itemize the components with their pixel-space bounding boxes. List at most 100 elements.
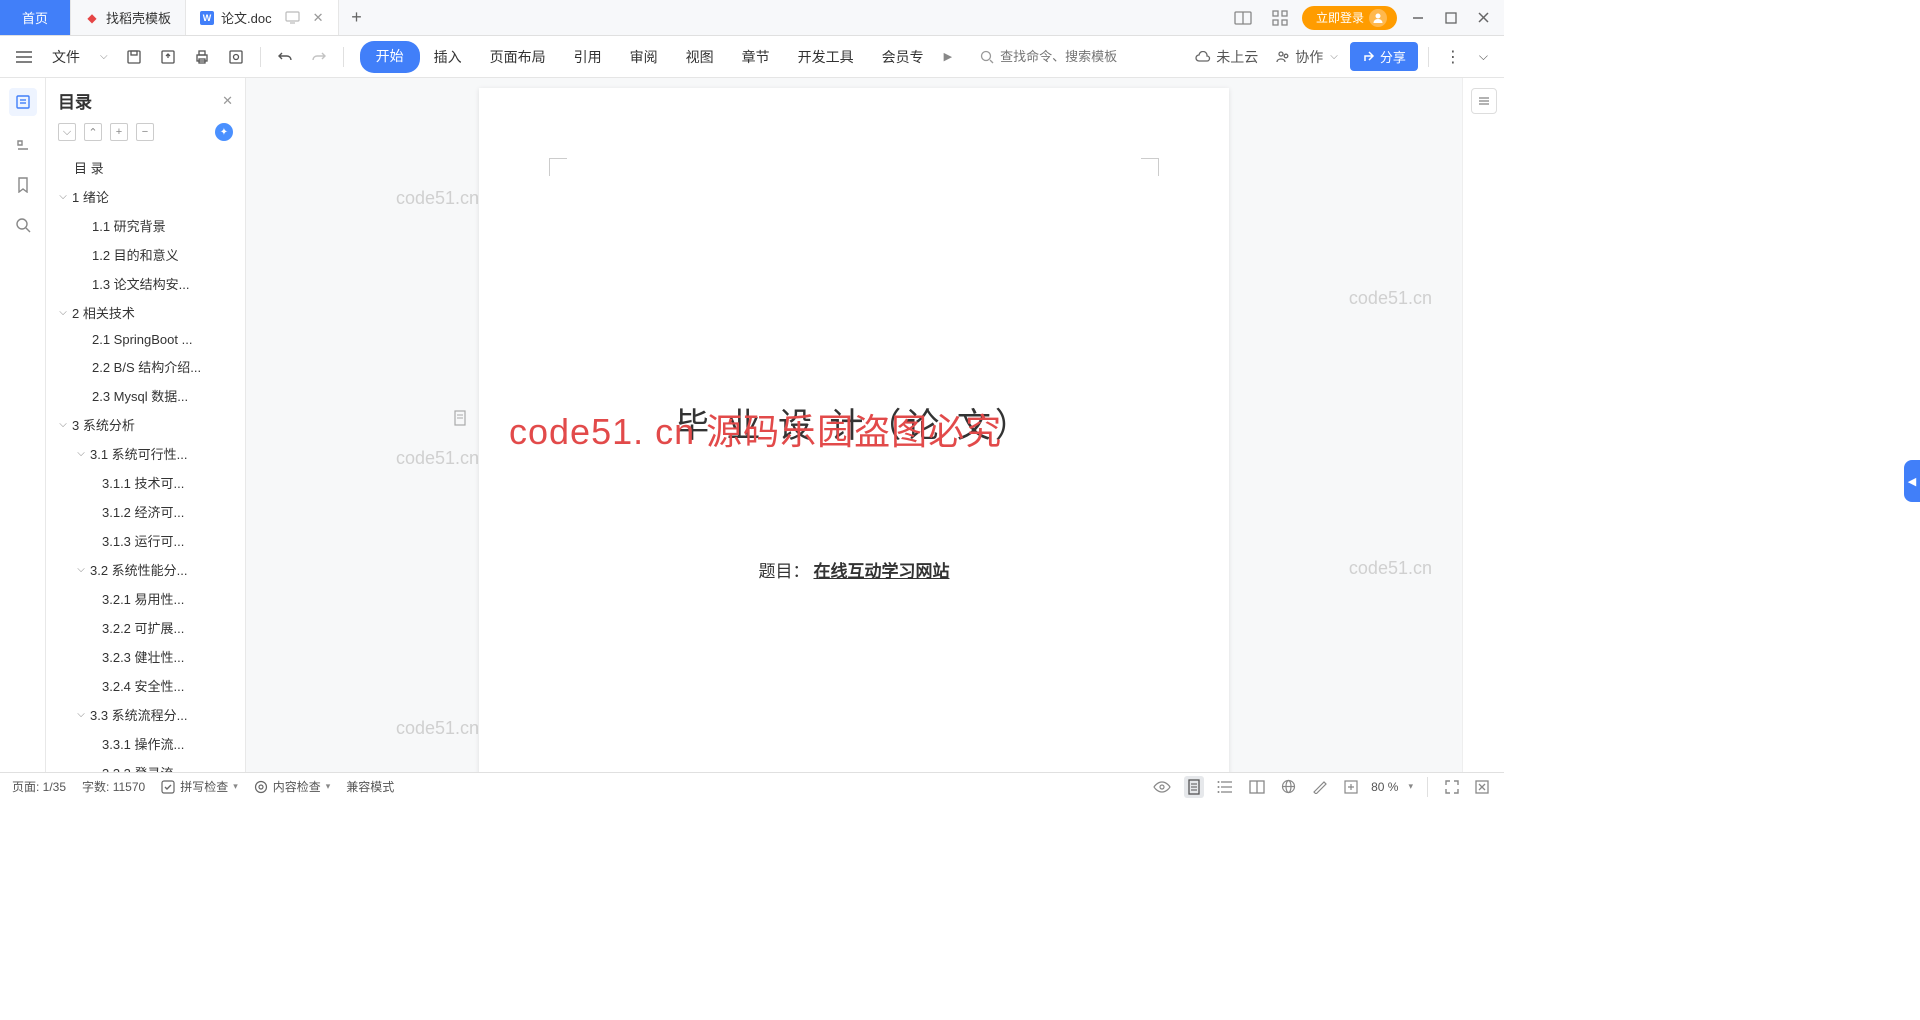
outline-item[interactable]: 1.1 研究背景: [46, 211, 245, 240]
view-reader-icon[interactable]: [1246, 777, 1268, 797]
ruler-icon[interactable]: [1309, 777, 1331, 797]
right-panel-toggle-icon[interactable]: [1471, 88, 1497, 114]
remove-item-icon[interactable]: −: [136, 123, 154, 141]
document-canvas[interactable]: code51.cn code51.cn code51.cn code51.cn …: [246, 78, 1462, 772]
add-item-icon[interactable]: +: [110, 123, 128, 141]
add-tab-button[interactable]: +: [339, 0, 375, 35]
outline-item[interactable]: 目 录: [46, 153, 245, 182]
ribbon-tab-start[interactable]: 开始: [360, 41, 420, 73]
ribbon-tab-review[interactable]: 审阅: [616, 41, 672, 73]
close-tab-icon[interactable]: ✕: [313, 10, 324, 26]
compat-mode[interactable]: 兼容模式: [346, 778, 394, 795]
expand-all-icon[interactable]: ⌃: [84, 123, 102, 141]
document-page[interactable]: code51. cn 源码乐园盗图必究 毕 业 设 计（论 文） 题目：在线互动…: [479, 88, 1229, 772]
watermark: code51.cn: [1349, 558, 1432, 579]
side-handle[interactable]: ◀: [1904, 460, 1920, 502]
ribbon-tab-view[interactable]: 视图: [672, 41, 728, 73]
undo-icon[interactable]: [271, 46, 299, 68]
outline-item[interactable]: 1.2 目的和意义: [46, 240, 245, 269]
file-menu[interactable]: 文件: [44, 43, 88, 71]
tab-document-label: 论文.doc: [221, 8, 272, 27]
ribbon-tab-chapter[interactable]: 章节: [728, 41, 784, 73]
outline-item[interactable]: 2.3 Mysql 数据...: [46, 381, 245, 410]
ribbon-tab-layout[interactable]: 页面布局: [476, 41, 560, 73]
outline-toggle-icon[interactable]: [9, 88, 37, 116]
outline-item[interactable]: 1.3 论文结构安...: [46, 269, 245, 298]
word-count[interactable]: 字数: 11570: [82, 778, 145, 795]
close-outline-icon[interactable]: ✕: [222, 93, 233, 109]
outline-item[interactable]: ⌵3.1 系统可行性...: [46, 439, 245, 468]
view-page-icon[interactable]: [1184, 776, 1204, 798]
view-outline-icon[interactable]: [1214, 777, 1236, 797]
nav-icon[interactable]: [12, 134, 34, 156]
search-input[interactable]: [1000, 49, 1140, 64]
zoom-settings-icon[interactable]: [1341, 777, 1361, 797]
outline-item[interactable]: 3.2.2 可扩展...: [46, 613, 245, 642]
layout-icon[interactable]: [1228, 7, 1258, 29]
main-body: 目录 ✕ ⌵ ⌃ + − ✦ 目 录⌵1 绪论1.1 研究背景1.2 目的和意义…: [0, 78, 1504, 772]
outline-item[interactable]: 3.1.1 技术可...: [46, 468, 245, 497]
minimize-icon[interactable]: [1405, 7, 1431, 29]
more-icon[interactable]: ⋮: [1439, 43, 1467, 71]
apps-icon[interactable]: [1266, 6, 1294, 30]
collapse-all-icon[interactable]: ⌵: [58, 123, 76, 141]
outline-item[interactable]: 3.2.3 健壮性...: [46, 642, 245, 671]
cloud-button[interactable]: 未上云: [1189, 43, 1264, 71]
ribbon-more-icon[interactable]: ▶: [938, 41, 958, 73]
outline-item[interactable]: 3.1.3 运行可...: [46, 526, 245, 555]
outline-item[interactable]: 3.3.1 操作流...: [46, 729, 245, 758]
ribbon-tab-member[interactable]: 会员专: [868, 41, 938, 73]
watermark: code51.cn: [396, 448, 479, 469]
print-icon[interactable]: [188, 45, 216, 69]
best-fit-icon[interactable]: [1472, 777, 1492, 797]
preview-icon[interactable]: [222, 45, 250, 69]
outline-item[interactable]: 3.2.1 易用性...: [46, 584, 245, 613]
bookmark-icon[interactable]: [12, 174, 34, 196]
content-check-button[interactable]: 内容检查▾: [254, 778, 331, 795]
redo-icon[interactable]: [305, 46, 333, 68]
command-search[interactable]: [972, 46, 1148, 67]
statusbar: 页面: 1/35 字数: 11570 拼写检查▾ 内容检查▾ 兼容模式 80 %…: [0, 772, 1504, 800]
ribbon-tab-insert[interactable]: 插入: [420, 41, 476, 73]
outline-item[interactable]: 3.2.4 安全性...: [46, 671, 245, 700]
hamburger-icon[interactable]: [10, 47, 38, 67]
outline-item[interactable]: ⌵2 相关技术: [46, 298, 245, 327]
close-window-icon[interactable]: [1471, 7, 1496, 28]
chevron-down-icon[interactable]: ⌵: [94, 47, 114, 66]
document-subject[interactable]: 题目：在线互动学习网站: [559, 557, 1149, 582]
ribbon-tab-reference[interactable]: 引用: [560, 41, 616, 73]
titlebar: 首页 ◆ 找稻壳模板 W 论文.doc ✕ + 立即登录: [0, 0, 1504, 36]
save-icon[interactable]: [120, 45, 148, 69]
export-icon[interactable]: [154, 45, 182, 69]
outline-item[interactable]: ⌵3.2 系统性能分...: [46, 555, 245, 584]
page-marker-icon: [453, 410, 467, 426]
share-button[interactable]: 分享: [1350, 42, 1418, 71]
monitor-icon[interactable]: [285, 11, 300, 24]
collab-button[interactable]: 协作⌵: [1270, 43, 1344, 71]
spellcheck-button[interactable]: 拼写检查▾: [161, 778, 238, 795]
outline-item[interactable]: 2.1 SpringBoot ...: [46, 327, 245, 352]
page-indicator[interactable]: 页面: 1/35: [12, 778, 66, 795]
document-title[interactable]: 毕 业 设 计（论 文）: [559, 398, 1149, 447]
view-web-icon[interactable]: [1278, 776, 1299, 797]
login-label: 立即登录: [1316, 9, 1364, 26]
ribbon-tab-devtools[interactable]: 开发工具: [784, 41, 868, 73]
find-icon[interactable]: [12, 214, 34, 236]
tab-home[interactable]: 首页: [0, 0, 71, 35]
ai-assist-icon[interactable]: ✦: [215, 123, 233, 141]
outline-item[interactable]: ⌵1 绪论: [46, 182, 245, 211]
maximize-icon[interactable]: [1439, 8, 1463, 28]
tab-document[interactable]: W 论文.doc ✕: [186, 0, 338, 35]
fullscreen-icon[interactable]: [1442, 777, 1462, 797]
outline-item[interactable]: 3.1.2 经济可...: [46, 497, 245, 526]
tab-template[interactable]: ◆ 找稻壳模板: [71, 0, 186, 35]
zoom-level[interactable]: 80 %: [1371, 780, 1398, 794]
margin-corner: [549, 158, 567, 176]
eye-icon[interactable]: [1150, 778, 1174, 796]
outline-item[interactable]: ⌵3.3 系统流程分...: [46, 700, 245, 729]
outline-item[interactable]: 3.3.2 登录流...: [46, 758, 245, 772]
login-button[interactable]: 立即登录: [1302, 6, 1397, 30]
outline-item[interactable]: ⌵3 系统分析: [46, 410, 245, 439]
outline-item[interactable]: 2.2 B/S 结构介绍...: [46, 352, 245, 381]
collapse-ribbon-icon[interactable]: ⌵: [1473, 45, 1494, 68]
